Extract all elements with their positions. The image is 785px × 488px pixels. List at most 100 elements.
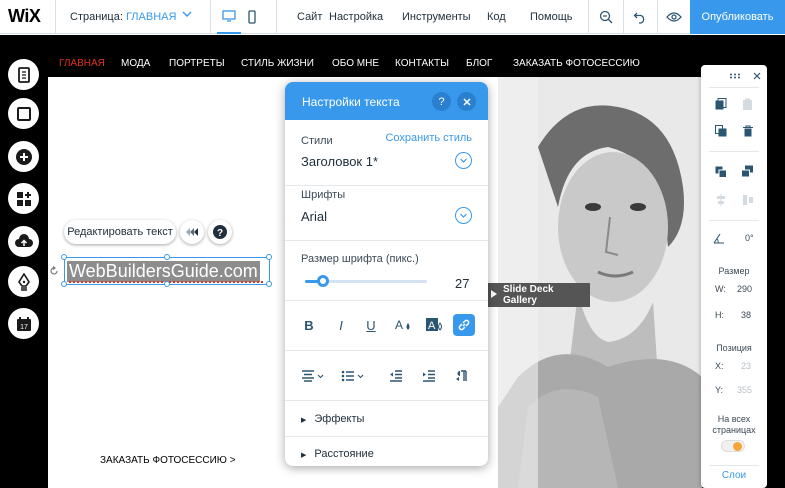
slide-deck-gallery-tag[interactable]: Slide Deck Gallery bbox=[487, 283, 590, 307]
chevron-down-icon[interactable] bbox=[455, 207, 472, 224]
menu-site[interactable]: Сайт bbox=[297, 11, 322, 23]
edit-text-button[interactable]: Редактировать текст bbox=[64, 220, 176, 244]
resize-handle[interactable] bbox=[61, 254, 67, 260]
panel-header: Настройки текста ? bbox=[285, 82, 488, 120]
undo-icon[interactable] bbox=[631, 8, 649, 26]
zoom-icon[interactable] bbox=[597, 8, 615, 26]
italic-button[interactable]: I bbox=[330, 314, 352, 336]
resize-handle[interactable] bbox=[164, 281, 170, 287]
left-toolbar: 17 bbox=[0, 35, 48, 488]
indent-decrease-icon[interactable] bbox=[385, 365, 407, 387]
add-icon[interactable] bbox=[8, 141, 39, 172]
divider bbox=[55, 0, 56, 34]
page-selector[interactable]: Страница: ГЛАВНАЯ bbox=[70, 11, 176, 23]
help-icon[interactable]: ? bbox=[208, 220, 232, 244]
divider bbox=[588, 0, 589, 34]
stage-gutter bbox=[767, 35, 785, 488]
mobile-icon[interactable] bbox=[240, 0, 264, 34]
site-navigation: ГЛАВНАЯ МОДА ПОРТРЕТЫ СТИЛЬ ЖИЗНИ ОБО МН… bbox=[48, 35, 700, 80]
panel-help-button[interactable]: ? bbox=[432, 92, 451, 111]
site-nav-contacts[interactable]: КОНТАКТЫ bbox=[395, 58, 449, 69]
selected-text[interactable]: WebBuildersGuide.com bbox=[67, 261, 260, 282]
font-size-label: Размер шрифта (пикс.) bbox=[301, 253, 419, 265]
book-session-link[interactable]: ЗАКАЗАТЬ ФОТОСЕССИЮ > bbox=[100, 455, 236, 466]
blog-icon[interactable] bbox=[8, 266, 39, 297]
divider bbox=[709, 465, 759, 466]
menu-tools[interactable]: Инструменты bbox=[402, 11, 471, 23]
rotation-value[interactable]: 0° bbox=[745, 233, 754, 243]
help-glyph: ? bbox=[217, 228, 223, 239]
height-key: H: bbox=[715, 310, 724, 320]
effects-row[interactable]: ▶ Эффекты bbox=[301, 413, 364, 425]
text-color-icon[interactable]: A bbox=[392, 314, 414, 336]
spacing-section[interactable]: ▶ Расстояние bbox=[285, 437, 488, 466]
duplicate-icon[interactable] bbox=[714, 124, 728, 138]
width-value[interactable]: 290 bbox=[737, 284, 752, 294]
move-forward-icon[interactable] bbox=[741, 165, 755, 179]
font-size-section: Размер шрифта (пикс.) bbox=[285, 241, 488, 301]
site-nav-lifestyle[interactable]: СТИЛЬ ЖИЗНИ bbox=[241, 58, 314, 69]
text-direction-icon[interactable] bbox=[451, 365, 473, 387]
site-nav-home[interactable]: ГЛАВНАЯ bbox=[59, 58, 105, 69]
resize-handle[interactable] bbox=[164, 254, 170, 260]
animation-icon[interactable] bbox=[180, 220, 204, 244]
underline-button[interactable]: U bbox=[360, 314, 382, 336]
site-nav-portraits[interactable]: ПОРТРЕТЫ bbox=[169, 58, 225, 69]
font-size-value[interactable]: 27 bbox=[455, 276, 469, 291]
resize-handle[interactable] bbox=[266, 281, 272, 287]
styles-section: Стили Сохранить стиль Заголовок 1* bbox=[285, 120, 488, 186]
style-dropdown[interactable]: Заголовок 1* bbox=[301, 154, 378, 169]
desktop-icon[interactable] bbox=[217, 0, 241, 34]
site-nav-about[interactable]: ОБО МНЕ bbox=[332, 58, 379, 69]
chevron-down-icon[interactable] bbox=[455, 152, 472, 169]
publish-button[interactable]: Опубликовать bbox=[690, 0, 785, 34]
effects-section[interactable]: ▶ Эффекты bbox=[285, 401, 488, 437]
drag-handle-icon[interactable] bbox=[728, 69, 742, 83]
layers-button[interactable]: Слои bbox=[701, 470, 767, 481]
highlight-color-icon[interactable]: A bbox=[424, 314, 446, 336]
font-dropdown[interactable]: Arial bbox=[301, 209, 327, 224]
show-on-all-pages-toggle[interactable] bbox=[721, 440, 745, 452]
x-value[interactable]: 23 bbox=[741, 361, 751, 371]
menu-help[interactable]: Помощь bbox=[530, 11, 573, 23]
bookings-icon[interactable]: 17 bbox=[8, 308, 39, 339]
apps-icon[interactable] bbox=[8, 183, 39, 214]
close-icon[interactable] bbox=[750, 69, 764, 83]
delete-icon[interactable] bbox=[741, 124, 755, 138]
rotate-handle-icon[interactable] bbox=[49, 266, 59, 279]
y-value[interactable]: 355 bbox=[737, 385, 752, 395]
align-center-icon[interactable] bbox=[299, 365, 327, 387]
link-icon[interactable] bbox=[453, 314, 475, 336]
size-label: Размер bbox=[718, 266, 750, 276]
wix-logo[interactable]: WiX bbox=[8, 6, 41, 27]
background-icon[interactable] bbox=[8, 98, 39, 129]
indent-increase-icon[interactable] bbox=[418, 365, 440, 387]
chevron-down-icon[interactable] bbox=[182, 9, 192, 22]
spacing-row[interactable]: ▶ Расстояние bbox=[301, 448, 374, 460]
menu-code[interactable]: Код bbox=[487, 11, 506, 23]
upload-icon[interactable] bbox=[8, 226, 39, 257]
bold-button[interactable]: B bbox=[298, 314, 320, 336]
selected-text-element[interactable]: WebBuildersGuide.com bbox=[61, 254, 272, 287]
menu-settings[interactable]: Настройка bbox=[329, 11, 383, 23]
resize-handle[interactable] bbox=[266, 254, 272, 260]
height-value[interactable]: 38 bbox=[741, 310, 751, 320]
editor-topbar: WiX Страница: ГЛАВНАЯ Сайт Настройка Инс… bbox=[0, 0, 785, 34]
list-icon[interactable] bbox=[339, 365, 367, 387]
pages-icon[interactable] bbox=[8, 59, 39, 90]
copy-icon[interactable] bbox=[714, 97, 728, 111]
divider bbox=[709, 87, 759, 88]
svg-text:A: A bbox=[428, 320, 436, 332]
arrange-icon[interactable] bbox=[714, 165, 728, 179]
resize-handle[interactable] bbox=[61, 281, 67, 287]
divider bbox=[623, 0, 624, 34]
x-key: X: bbox=[715, 361, 724, 371]
close-icon[interactable] bbox=[457, 92, 476, 111]
preview-icon[interactable] bbox=[665, 8, 683, 26]
paste-icon bbox=[741, 97, 755, 111]
site-nav-blog[interactable]: БЛОГ bbox=[466, 58, 492, 69]
save-style-link[interactable]: Сохранить стиль bbox=[385, 132, 472, 144]
site-nav-book-session[interactable]: ЗАКАЗАТЬ ФОТОСЕССИЮ bbox=[513, 58, 640, 69]
inspector-panel: 0° Размер W: 290 H: 38 Позиция X: 23 Y: … bbox=[701, 65, 767, 488]
site-nav-fashion[interactable]: МОДА bbox=[121, 58, 150, 69]
